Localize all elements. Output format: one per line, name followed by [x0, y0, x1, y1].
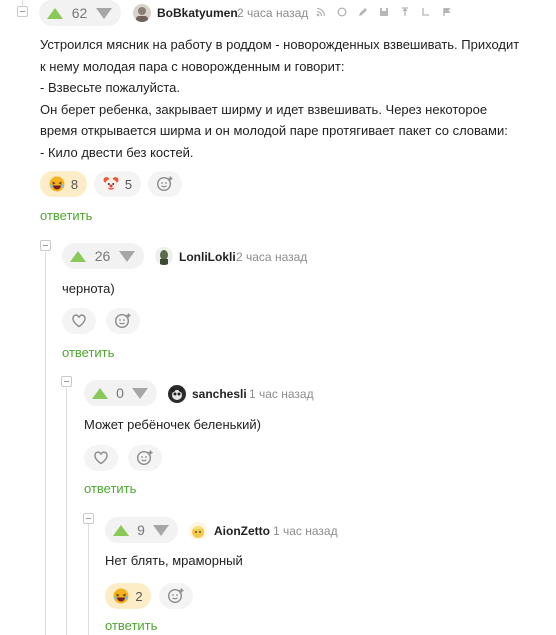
- add-reaction-button[interactable]: [159, 583, 193, 609]
- comment-text: чернота): [62, 281, 115, 296]
- comment-text: Нет блять, мраморный: [105, 553, 243, 568]
- share-icon[interactable]: [316, 7, 326, 17]
- comment-text-line: - Взвесьте пожалуйста.: [40, 80, 181, 95]
- reaction-clown[interactable]: 5: [94, 171, 141, 197]
- collapse-toggle[interactable]: [61, 376, 72, 387]
- comment-tools: [316, 7, 452, 17]
- add-reaction-button[interactable]: [106, 308, 140, 334]
- reaction-count: 5: [124, 176, 133, 192]
- thread-line: [66, 388, 67, 635]
- reply-link[interactable]: ответить: [84, 481, 136, 496]
- flag-icon[interactable]: [442, 7, 452, 17]
- rating-value: 0: [116, 385, 124, 401]
- reaction-laughing[interactable]: 2: [105, 583, 151, 609]
- pin-icon[interactable]: [400, 7, 410, 17]
- collapse-toggle[interactable]: [40, 240, 51, 251]
- add-reaction-icon: [167, 588, 184, 604]
- rating-control: 9: [105, 517, 178, 543]
- rating-value: 62: [71, 5, 88, 21]
- downvote-arrow-icon[interactable]: [131, 387, 148, 399]
- rating-control: 0: [84, 380, 157, 406]
- laughing-face-icon: [49, 176, 65, 192]
- comment-text: Устроился мясник на работу в роддом - но…: [40, 34, 550, 163]
- upvote-arrow-icon[interactable]: [113, 524, 129, 536]
- collapse-toggle[interactable]: [83, 513, 94, 524]
- comment-text: Может ребёночек беленький): [84, 417, 261, 432]
- avatar[interactable]: [133, 4, 151, 22]
- edit-icon[interactable]: [358, 7, 368, 17]
- comment-text-line: - Кило двести без костей.: [40, 144, 194, 160]
- comment-text-line: Он берет ребенка, закрывает ширму и идет…: [40, 101, 488, 117]
- clown-face-icon: [103, 177, 119, 191]
- author-name[interactable]: sanchesli: [192, 387, 247, 401]
- heart-icon: [72, 314, 86, 328]
- avatar[interactable]: [168, 385, 186, 403]
- reaction-count: 2: [135, 588, 143, 604]
- comment-text-line: время открывается ширма и он молодой пар…: [40, 123, 508, 138]
- like-button[interactable]: [84, 445, 118, 471]
- rating-control: 62: [39, 0, 121, 26]
- comment-time[interactable]: 2 часа назад: [236, 250, 307, 264]
- comment-text-line: Устроился мясник на работу в роддом - но…: [40, 37, 520, 52]
- add-reaction-icon: [114, 313, 131, 329]
- upvote-arrow-icon[interactable]: [92, 387, 108, 399]
- rating-value: 26: [94, 248, 111, 264]
- heart-icon: [94, 451, 108, 465]
- thread-line: [88, 524, 89, 635]
- author-name[interactable]: AionZetto: [214, 524, 270, 538]
- link-icon[interactable]: [337, 7, 347, 17]
- upvote-arrow-icon[interactable]: [47, 7, 63, 19]
- rating-control: 26: [62, 243, 144, 269]
- add-reaction-icon: [156, 176, 173, 192]
- downvote-arrow-icon[interactable]: [152, 524, 169, 536]
- downvote-arrow-icon[interactable]: [95, 7, 112, 19]
- comment-time[interactable]: 1 час назад: [249, 387, 314, 401]
- add-reaction-icon: [136, 450, 153, 466]
- reply-link[interactable]: ответить: [62, 345, 114, 360]
- downvote-arrow-icon[interactable]: [118, 250, 135, 262]
- laughing-face-icon: [113, 588, 129, 604]
- like-button[interactable]: [62, 308, 96, 334]
- upvote-arrow-icon[interactable]: [70, 250, 86, 262]
- add-reaction-button[interactable]: [148, 171, 182, 197]
- author-name[interactable]: LonliLokli: [179, 250, 236, 264]
- reaction-laughing[interactable]: 8: [40, 171, 87, 197]
- comment-time[interactable]: 1 час назад: [273, 524, 338, 538]
- avatar[interactable]: [155, 247, 173, 265]
- reply-link[interactable]: ответить: [105, 618, 157, 633]
- thread-line: [45, 252, 46, 635]
- add-reaction-button[interactable]: [128, 445, 162, 471]
- author-name[interactable]: BoBkatyumen: [157, 6, 238, 20]
- save-icon[interactable]: [379, 7, 389, 17]
- rating-value: 9: [137, 522, 145, 538]
- comment-time[interactable]: 2 часа назад: [237, 6, 308, 20]
- reply-link[interactable]: ответить: [40, 208, 92, 223]
- avatar[interactable]: [189, 522, 207, 540]
- comment-text-line: к нему молодая пара с новорожденным и го…: [40, 58, 345, 74]
- reaction-count: 8: [70, 176, 79, 192]
- collapse-toggle[interactable]: [17, 6, 28, 17]
- hide-icon[interactable]: [421, 7, 431, 17]
